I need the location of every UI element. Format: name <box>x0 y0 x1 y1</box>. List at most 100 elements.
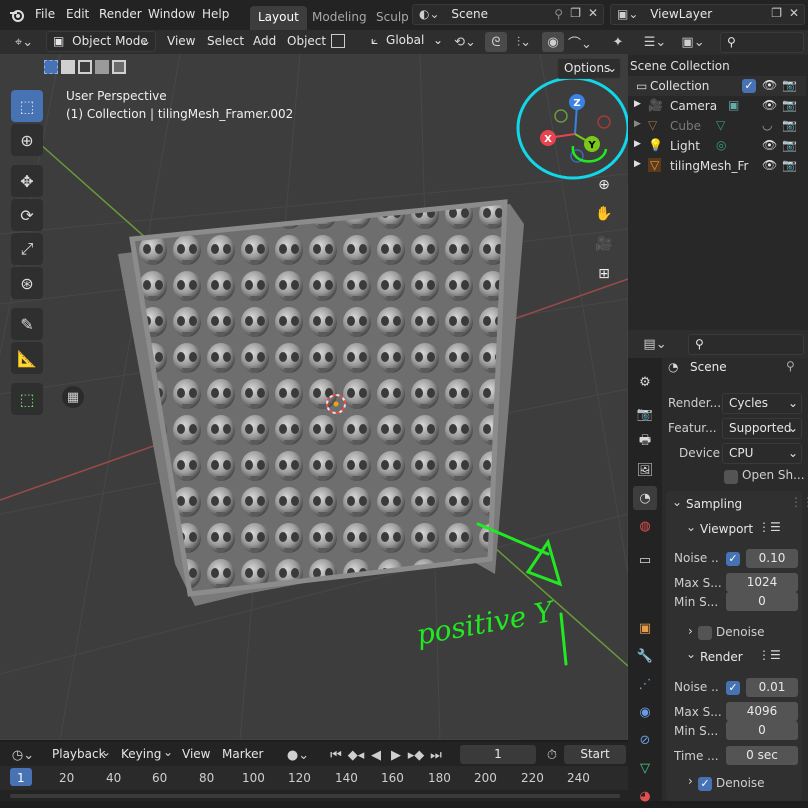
menu-marker[interactable]: Marker <box>222 747 263 761</box>
chevron-down-icon[interactable]: ⌄ <box>686 647 696 661</box>
start-frame-field[interactable]: Start <box>564 745 626 764</box>
pan-hand-icon[interactable]: ✋ <box>592 202 616 226</box>
annotate-tool[interactable]: ✎ <box>11 308 43 340</box>
proportional-edit-icon[interactable]: ◉ <box>542 32 564 52</box>
stopwatch-icon[interactable]: ⏱ <box>542 745 562 765</box>
menu-select[interactable]: Select <box>207 34 244 48</box>
remove-view-layer-icon[interactable]: ✕ <box>789 6 799 20</box>
editor-type-icon[interactable]: ⌖⌄ <box>6 32 42 52</box>
grid-view-icon[interactable]: ⊞ <box>592 262 616 286</box>
menu-help[interactable]: Help <box>202 7 229 21</box>
vp-noise-checkbox[interactable]: ✓ <box>726 552 740 566</box>
snap-target-icon[interactable]: ⫶⌄ <box>508 32 540 52</box>
timeline-scrollbar[interactable] <box>10 794 620 798</box>
prev-keyframe-icon[interactable]: ◆◂ <box>346 745 366 765</box>
r-noise-checkbox[interactable]: ✓ <box>726 681 740 695</box>
measure-tool[interactable]: 📐 <box>11 342 43 374</box>
tool-tab-icon[interactable]: ⚙ <box>633 370 657 394</box>
vp-denoise-label[interactable]: Denoise <box>716 625 765 639</box>
show-gizmo-icon[interactable]: ✦ <box>608 32 628 52</box>
scene-selector[interactable]: ◐⌄ Scene ⚲ ❐ ✕ <box>412 4 604 25</box>
vp-noise-threshold-field[interactable]: 0.10 <box>746 549 798 568</box>
tab-sculpting[interactable]: Sculp <box>368 6 408 30</box>
scene-tab-icon[interactable]: ◔ <box>633 486 657 510</box>
pin-icon[interactable]: ⚲ <box>786 359 795 373</box>
camera-view-icon[interactable]: 🎥 <box>592 232 616 256</box>
viewport-subpanel-header[interactable]: Viewport <box>700 522 753 536</box>
view-layer-selector[interactable]: ▣⌄ ViewLayer ❐ ✕ <box>610 4 805 25</box>
record-icon[interactable]: ●⌄ <box>280 745 316 765</box>
eye-icon[interactable]: 👁 <box>762 138 777 152</box>
r-denoise-label[interactable]: Denoise <box>716 776 765 790</box>
play-reverse-icon[interactable]: ◀ <box>368 745 384 765</box>
outliner-row-collection[interactable]: ▭ Collection ✓ 👁 📷 <box>628 76 806 96</box>
display-mode-icon[interactable]: ☰⌄ <box>638 32 672 52</box>
select-intersect-icon[interactable] <box>112 60 126 74</box>
object-tab-icon[interactable]: ▣ <box>633 616 657 640</box>
r-noise-threshold-field[interactable]: 0.01 <box>746 678 798 697</box>
feature-set-dropdown[interactable]: Supported ⌄ <box>722 418 802 439</box>
r-denoise-checkbox[interactable]: ✓ <box>698 777 712 791</box>
device-dropdown[interactable]: CPU ⌄ <box>722 443 802 464</box>
options-dropdown[interactable]: Options ⌄ <box>557 58 621 79</box>
render-engine-dropdown[interactable]: Cycles ⌄ <box>722 393 802 414</box>
menu-render[interactable]: Render <box>99 7 142 21</box>
particles-tab-icon[interactable]: ⋰ <box>633 672 657 696</box>
timeline-editor-type-icon[interactable]: ◷⌄ <box>8 745 38 765</box>
pin-icon[interactable]: ⚲ <box>554 7 563 21</box>
menu-playback[interactable]: Playback <box>52 747 106 761</box>
menu-edit[interactable]: Edit <box>66 7 89 21</box>
camera-render-icon[interactable]: 📷 <box>782 158 797 172</box>
camera-render-icon[interactable]: 📷 <box>782 78 797 92</box>
menu-window[interactable]: Window <box>148 7 195 21</box>
menu-add[interactable]: Add <box>253 34 276 48</box>
vp-min-samples-field[interactable]: 0 <box>726 592 798 611</box>
select-extend-icon[interactable] <box>61 60 75 74</box>
menu-file[interactable]: File <box>35 7 55 21</box>
move-tool[interactable]: ✥ <box>11 165 43 197</box>
add-cube-tool[interactable]: ⬚ <box>11 383 43 415</box>
transform-tool[interactable]: ⊛ <box>11 267 43 299</box>
drag-handle-icon[interactable]: ⋮⋮ <box>790 495 808 509</box>
eye-icon[interactable]: 👁 <box>762 78 777 92</box>
presets-icon[interactable]: ⋮☰ <box>758 520 781 534</box>
r-min-samples-field[interactable]: 0 <box>726 721 798 740</box>
outliner-row-light[interactable]: ▶ 💡 Light ◎ 👁 📷 <box>628 136 806 156</box>
render-tab-icon[interactable]: 📷 <box>633 402 657 426</box>
3d-viewport[interactable]: Z X Y User Perspective (1) Collection | … <box>0 54 628 740</box>
menu-object[interactable]: Object <box>287 34 326 48</box>
mode-dropdown[interactable]: ▣ Object Mode ⌄ <box>46 31 156 52</box>
chevron-right-icon[interactable]: › <box>688 624 693 638</box>
remove-scene-icon[interactable]: ✕ <box>588 6 598 20</box>
cursor-tool[interactable]: ⊕ <box>11 124 43 156</box>
properties-editor-type-icon[interactable]: ▤⌄ <box>638 334 672 354</box>
checker-icon[interactable]: ▦ <box>62 386 84 408</box>
vp-denoise-checkbox[interactable] <box>698 626 712 640</box>
select-box-tool[interactable]: ⬚ <box>11 90 43 122</box>
properties-search-input[interactable]: ⚲ <box>688 334 804 355</box>
camera-render-icon[interactable]: 📷 <box>782 118 797 132</box>
object-type-visibility-icon[interactable] <box>331 34 345 48</box>
material-tab-icon[interactable]: ◕ <box>633 784 657 808</box>
presets-icon[interactable]: ⋮☰ <box>758 648 781 662</box>
sampling-header[interactable]: Sampling <box>686 497 742 511</box>
output-tab-icon[interactable]: 🖶 <box>633 430 657 454</box>
select-invert-icon[interactable] <box>95 60 109 74</box>
play-icon[interactable]: ▶ <box>388 745 404 765</box>
r-time-limit-field[interactable]: 0 sec <box>726 746 798 765</box>
eye-icon[interactable]: 👁 <box>762 98 777 112</box>
filter-icon[interactable]: ▣⌄ <box>676 32 710 52</box>
menu-keying[interactable]: Keying <box>121 747 161 761</box>
constraints-tab-icon[interactable]: ⊘ <box>633 728 657 752</box>
rotate-tool[interactable]: ⟳ <box>11 199 43 231</box>
eye-icon[interactable]: 👁 <box>762 158 777 172</box>
tab-layout[interactable]: Layout <box>250 6 307 30</box>
transform-orientation-dropdown[interactable]: ⟀ Global ⌄ <box>365 31 445 52</box>
camera-render-icon[interactable]: 📷 <box>782 138 797 152</box>
collection-tab-icon[interactable]: ▭ <box>633 548 657 572</box>
render-subpanel-header[interactable]: Render <box>700 650 743 664</box>
r-max-samples-field[interactable]: 4096 <box>726 702 798 721</box>
expand-arrow-icon[interactable]: ▶ <box>634 99 641 109</box>
zoom-icon[interactable]: ⊕ <box>592 173 616 197</box>
expand-arrow-icon[interactable]: ▶ <box>634 159 641 169</box>
